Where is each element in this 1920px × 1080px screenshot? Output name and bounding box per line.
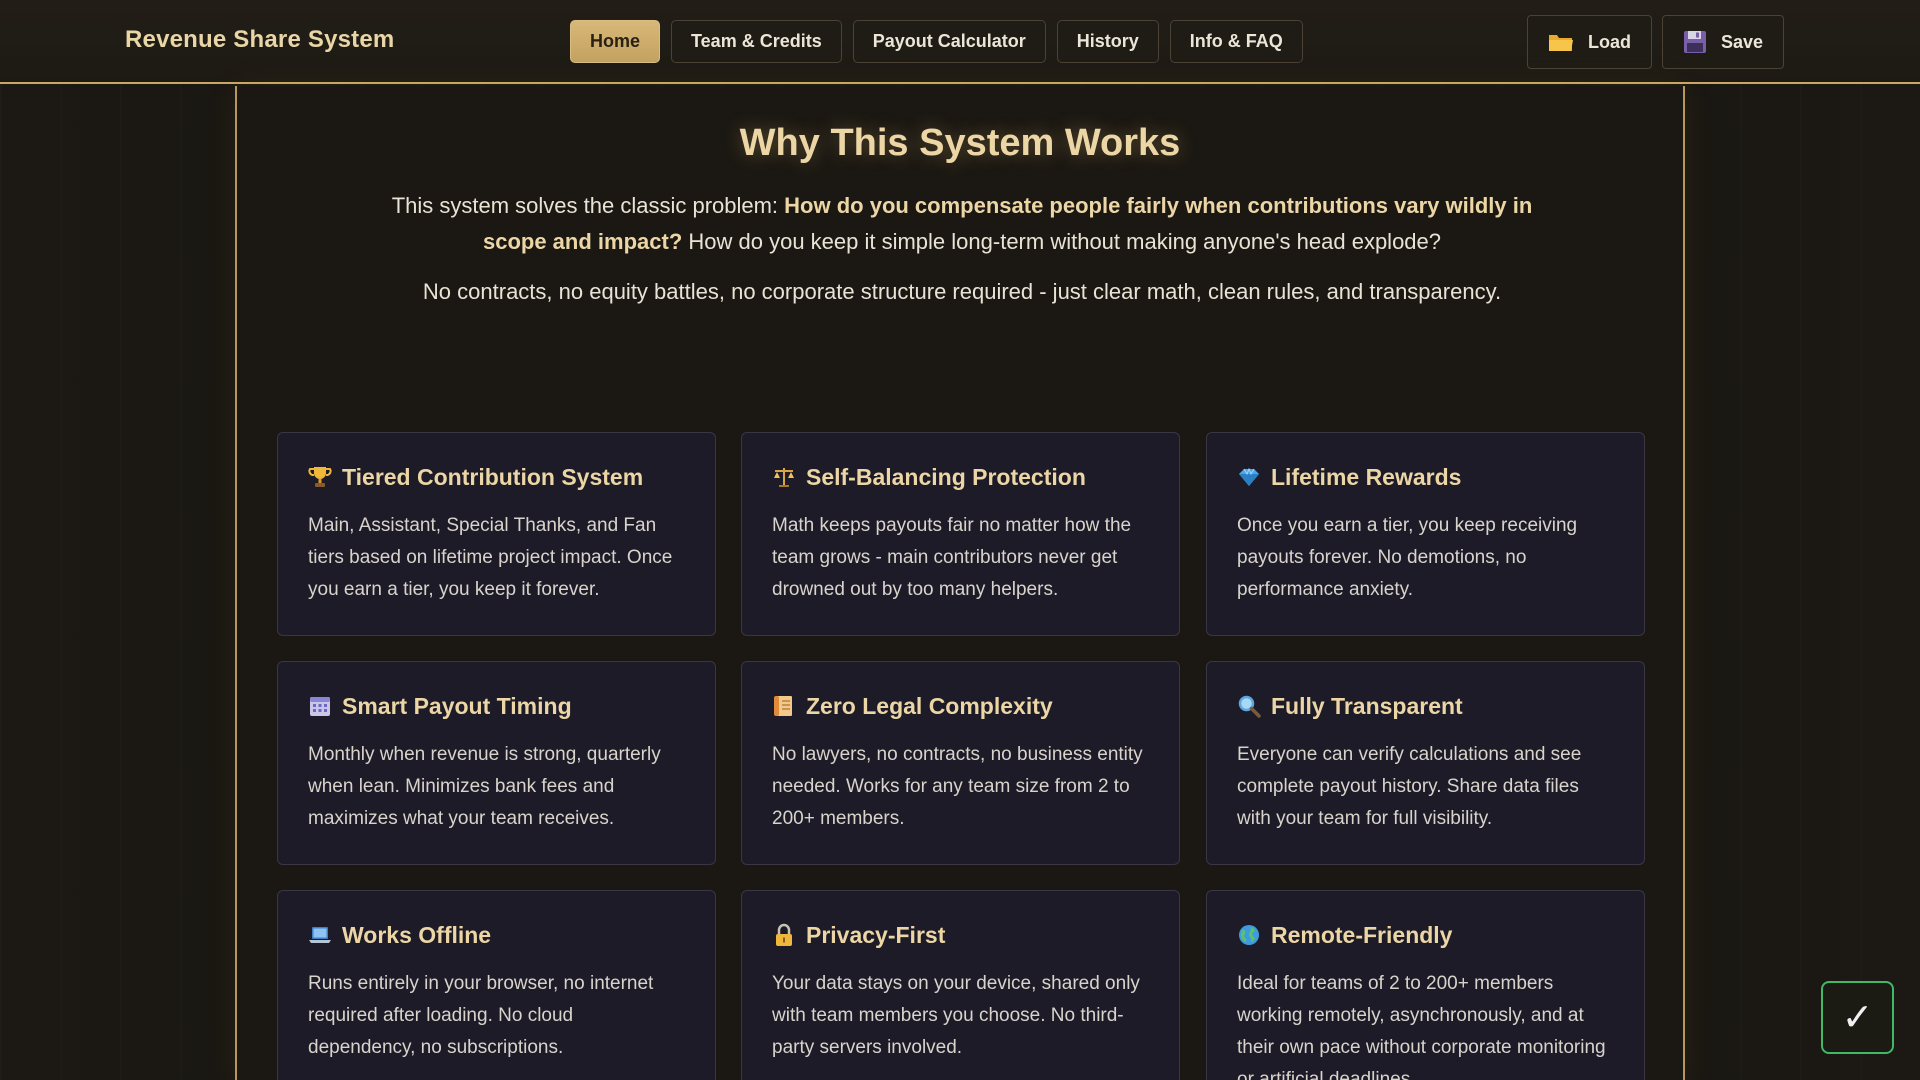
intro-paragraph: This system solves the classic problem: … <box>357 188 1567 260</box>
feature-text: Math keeps payouts fair no matter how th… <box>772 515 1132 600</box>
intro-tail: How do you keep it simple long-term with… <box>682 229 1442 254</box>
tab-history[interactable]: History <box>1056 20 1159 63</box>
feature-title: Lifetime Rewards <box>1271 463 1462 490</box>
feature-title: Works Offline <box>342 921 492 948</box>
save-label: Save <box>1721 31 1764 52</box>
load-label: Load <box>1588 31 1631 52</box>
scales-icon <box>772 465 796 489</box>
checkmark-icon: ✓ <box>1841 997 1874 1039</box>
save-button[interactable]: Save <box>1662 15 1785 69</box>
tab-home[interactable]: Home <box>570 20 661 63</box>
tab-payout-calculator[interactable]: Payout Calculator <box>852 20 1046 63</box>
feature-text: Once you earn a tier, you keep receiving… <box>1237 515 1578 600</box>
brand-title: Revenue Share System <box>125 26 395 53</box>
feature-card-remote: Remote-Friendly Ideal for teams of 2 to … <box>1206 890 1645 1080</box>
intro-summary: No contracts, no equity battles, no corp… <box>422 279 1502 304</box>
feature-title: Remote-Friendly <box>1271 921 1453 948</box>
floppy-disk-icon <box>1683 30 1707 54</box>
feature-text: Monthly when revenue is strong, quarterl… <box>308 744 661 829</box>
feature-title: Self-Balancing Protection <box>806 463 1086 490</box>
calendar-icon <box>308 694 332 718</box>
success-toast[interactable]: ✓ <box>1821 981 1894 1054</box>
file-actions: Load Save <box>1527 15 1785 69</box>
laptop-icon <box>308 923 332 947</box>
feature-card-self-balancing: Self-Balancing Protection Math keeps pay… <box>741 432 1180 636</box>
tab-info-faq[interactable]: Info & FAQ <box>1169 20 1303 63</box>
feature-title: Privacy-First <box>806 921 946 948</box>
feature-title: Zero Legal Complexity <box>806 692 1053 719</box>
feature-text: No lawyers, no contracts, no business en… <box>772 744 1143 829</box>
globe-icon <box>1237 923 1261 947</box>
diamond-icon <box>1237 465 1261 489</box>
load-button[interactable]: Load <box>1527 15 1652 69</box>
feature-text: Runs entirely in your browser, no intern… <box>308 973 654 1058</box>
trophy-icon <box>308 465 332 489</box>
feature-text: Main, Assistant, Special Thanks, and Fan… <box>308 515 673 600</box>
feature-card-transparent: Fully Transparent Everyone can verify ca… <box>1206 661 1645 865</box>
folder-icon <box>1548 31 1574 53</box>
home-panel: Why This System Works This system solves… <box>235 86 1685 1080</box>
tab-team-credits[interactable]: Team & Credits <box>671 20 842 63</box>
feature-text: Everyone can verify calculations and see… <box>1237 744 1582 829</box>
feature-card-payout-timing: Smart Payout Timing Monthly when revenue… <box>277 661 716 865</box>
feature-card-offline: Works Offline Runs entirely in your brow… <box>277 890 716 1080</box>
magnifier-icon <box>1237 694 1261 718</box>
feature-title: Tiered Contribution System <box>342 463 644 490</box>
feature-card-lifetime: Lifetime Rewards Once you earn a tier, y… <box>1206 432 1645 636</box>
feature-title: Fully Transparent <box>1271 692 1463 719</box>
scroll-icon <box>772 694 796 718</box>
feature-card-zero-legal: Zero Legal Complexity No lawyers, no con… <box>741 661 1180 865</box>
feature-text: Your data stays on your device, shared o… <box>772 973 1140 1058</box>
intro-lead: This system solves the classic problem: <box>391 193 785 218</box>
main-nav: Home Team & Credits Payout Calculator Hi… <box>570 20 1303 63</box>
feature-title: Smart Payout Timing <box>342 692 572 719</box>
feature-card-privacy: Privacy-First Your data stays on your de… <box>741 890 1180 1080</box>
feature-card-tiered: Tiered Contribution System Main, Assista… <box>277 432 716 636</box>
lock-icon <box>772 923 796 947</box>
page-title: Why This System Works <box>739 122 1181 164</box>
top-navigation-bar: Revenue Share System Home Team & Credits… <box>0 0 1920 84</box>
feature-text: Ideal for teams of 2 to 200+ members wor… <box>1237 973 1606 1080</box>
